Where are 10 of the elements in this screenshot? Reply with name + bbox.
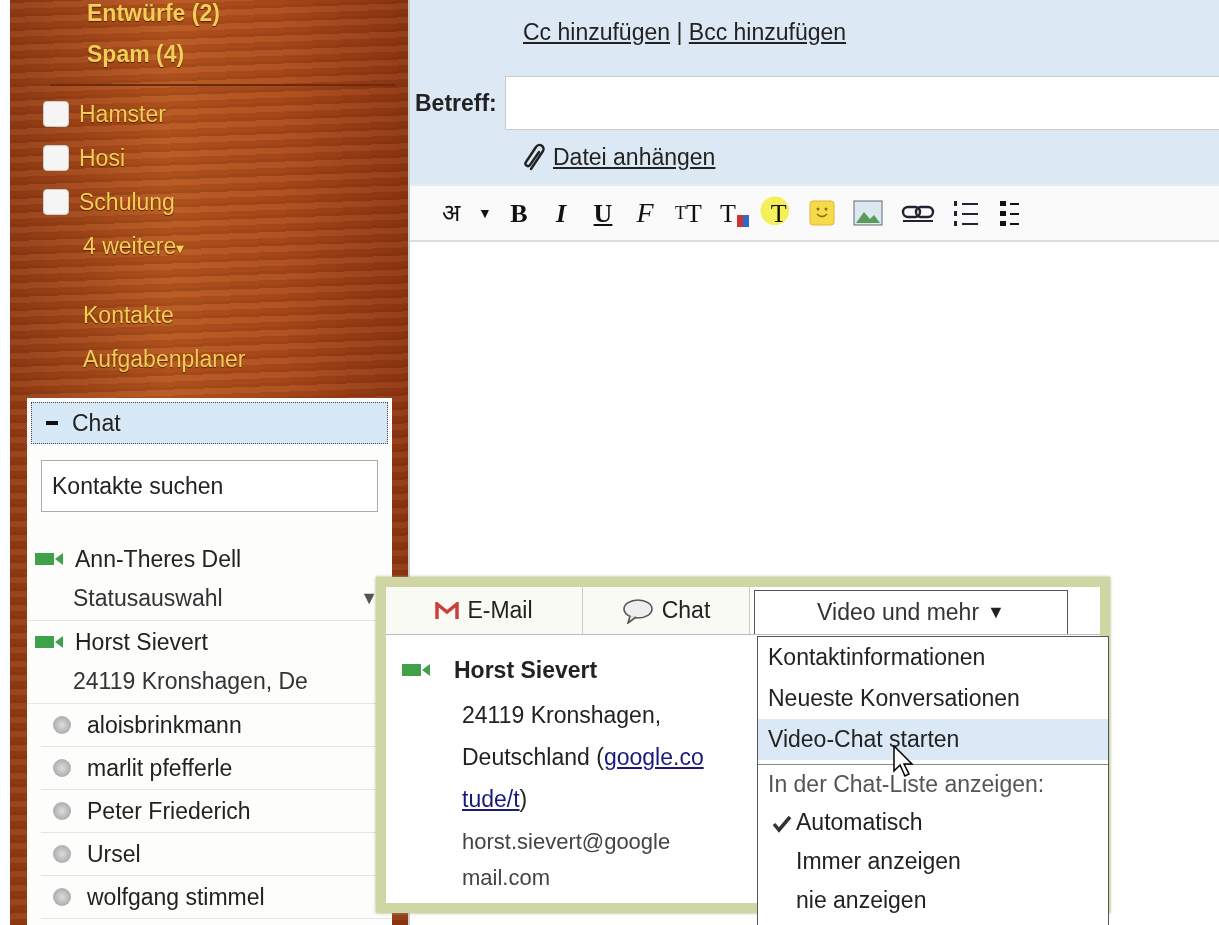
email-address-line: horst.sievert@google [462, 827, 671, 856]
address-line: 24119 Kronshagen, [462, 700, 662, 730]
subject-label: Betreff: [414, 88, 497, 118]
menu-header: In der Chat-Liste anzeigen: [767, 770, 1046, 799]
contact-name: Horst Sievert [454, 656, 598, 685]
address-line: Deutschland (google.co [462, 742, 704, 772]
separator-text: | [675, 19, 684, 45]
email-address-line: mail.com [462, 863, 550, 892]
address-line: tude/t) [462, 784, 528, 814]
contact-status-text: 24119 Kronshagen, De [73, 667, 308, 696]
